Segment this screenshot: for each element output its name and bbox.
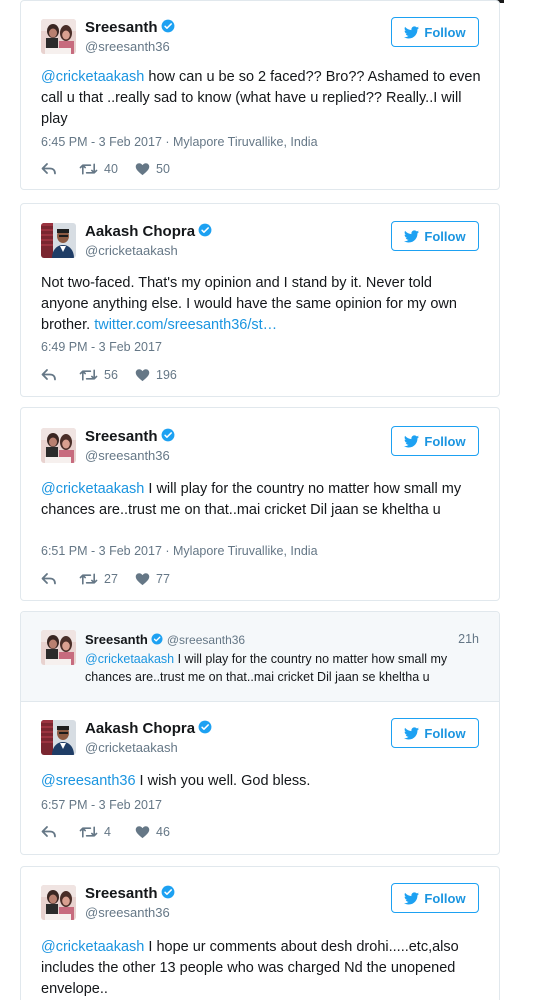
- avatar[interactable]: [41, 630, 76, 665]
- tweet-text: @cricketaakash I hope ur comments about …: [41, 939, 459, 997]
- like-button[interactable]: 77: [135, 572, 170, 586]
- tweet-actions: 56 196: [41, 367, 177, 383]
- tweet-header: Aakash Chopra @cricketaakash Follow: [41, 718, 479, 764]
- reply-icon: [41, 368, 57, 382]
- mention-link[interactable]: @cricketaakash: [85, 652, 174, 666]
- tweet-timestamp[interactable]: 6:45 PM - 3 Feb 2017 · Mylapore Tiruvall…: [41, 135, 318, 149]
- tweet-actions: 27 77: [41, 571, 170, 587]
- reply-button[interactable]: [41, 572, 79, 586]
- quoted-handle: @sreesanth36: [166, 633, 246, 647]
- tweet-card: Aakash Chopra @cricketaakash Follow Not …: [20, 203, 500, 397]
- like-button[interactable]: 196: [135, 368, 177, 382]
- verified-badge-icon: [198, 720, 212, 734]
- retweet-icon: [79, 572, 98, 586]
- author-handle[interactable]: @sreesanth36: [85, 448, 170, 463]
- tweet-header: Sreesanth @sreesanth36 Follow: [41, 426, 479, 472]
- follow-button[interactable]: Follow: [391, 883, 479, 913]
- author-name[interactable]: Aakash Chopra: [85, 720, 212, 737]
- twitter-bird-icon: [404, 892, 419, 905]
- retweet-button[interactable]: 40: [79, 162, 135, 176]
- like-count: 46: [156, 825, 170, 839]
- follow-button[interactable]: Follow: [391, 17, 479, 47]
- tweet-card: Sreesanth @sreesanth36 Follow @cricketaa…: [20, 0, 500, 190]
- avatar[interactable]: [41, 428, 76, 463]
- retweet-count: 40: [104, 162, 118, 176]
- tweet-text: @cricketaakash I will play for the count…: [41, 481, 462, 518]
- retweet-button[interactable]: 27: [79, 572, 135, 586]
- tweet-header: Sreesanth @sreesanth36 Follow: [41, 883, 479, 929]
- heart-icon: [135, 825, 150, 839]
- tweet-timestamp[interactable]: 6:57 PM - 3 Feb 2017: [41, 798, 162, 812]
- tweet-actions: 4 46: [41, 824, 170, 840]
- verified-badge-icon: [161, 885, 175, 899]
- tweet-actions: 40 50: [41, 161, 170, 177]
- heart-icon: [135, 368, 150, 382]
- reply-button[interactable]: [41, 162, 79, 176]
- retweet-icon: [79, 368, 98, 382]
- tweet-header: Aakash Chopra @cricketaakash Follow: [41, 221, 479, 267]
- author-name[interactable]: Sreesanth: [85, 885, 175, 902]
- mention-link[interactable]: @cricketaakash: [41, 481, 144, 497]
- heart-icon: [135, 572, 150, 586]
- tweet-text: @cricketaakash how can u be so 2 faced??…: [41, 69, 481, 127]
- like-button[interactable]: 50: [135, 162, 170, 176]
- avatar[interactable]: [41, 720, 76, 755]
- tweet-card: Sreesanth @sreesanth36 Follow @cricketaa…: [20, 866, 500, 1000]
- like-count: 196: [156, 368, 177, 382]
- quoted-tweet[interactable]: Sreesanth @sreesanth36 21h @cricketaakash…: [21, 612, 499, 702]
- avatar[interactable]: [41, 19, 76, 54]
- twitter-bird-icon: [404, 727, 419, 740]
- tweet-text: Not two-faced. That's my opinion and I s…: [41, 275, 457, 333]
- like-button[interactable]: 46: [135, 825, 170, 839]
- tweet-card: Sreesanth @sreesanth36 Follow @cricketaa…: [20, 407, 500, 601]
- twitter-bird-icon: [404, 230, 419, 243]
- author-handle[interactable]: @cricketaakash: [85, 243, 178, 258]
- verified-badge-icon: [161, 19, 175, 33]
- tweet-card: Sreesanth @sreesanth36 21h @cricketaakash…: [20, 611, 500, 855]
- like-count: 77: [156, 572, 170, 586]
- follow-button[interactable]: Follow: [391, 221, 479, 251]
- avatar[interactable]: [41, 223, 76, 258]
- mention-link[interactable]: @cricketaakash: [41, 69, 144, 85]
- like-count: 50: [156, 162, 170, 176]
- retweet-icon: [79, 825, 98, 839]
- retweet-count: 4: [104, 825, 111, 839]
- twitter-bird-icon: [404, 26, 419, 39]
- verified-badge-icon: [198, 223, 212, 237]
- author-handle[interactable]: @sreesanth36: [85, 905, 170, 920]
- tweet-text: @sreesanth36 I wish you well. God bless.: [41, 773, 311, 789]
- tweet-timestamp[interactable]: 6:51 PM - 3 Feb 2017 · Mylapore Tiruvall…: [41, 544, 318, 558]
- author-name[interactable]: Sreesanth: [85, 19, 175, 36]
- tweet-link[interactable]: twitter.com/sreesanth36/st…: [94, 317, 277, 333]
- retweet-count: 27: [104, 572, 118, 586]
- reply-button[interactable]: [41, 825, 79, 839]
- author-handle[interactable]: @sreesanth36: [85, 39, 170, 54]
- verified-badge-icon: [161, 428, 175, 442]
- follow-button[interactable]: Follow: [391, 426, 479, 456]
- quoted-time[interactable]: 21h: [458, 632, 479, 646]
- reply-icon: [41, 162, 57, 176]
- tweet-timestamp[interactable]: 6:49 PM - 3 Feb 2017: [41, 340, 162, 354]
- retweet-button[interactable]: 4: [79, 825, 135, 839]
- retweet-button[interactable]: 56: [79, 368, 135, 382]
- avatar[interactable]: [41, 885, 76, 920]
- heart-icon: [135, 162, 150, 176]
- verified-badge-icon: [151, 633, 163, 645]
- twitter-bird-icon: [404, 435, 419, 448]
- author-name[interactable]: Sreesanth: [85, 428, 175, 445]
- mention-link[interactable]: @cricketaakash: [41, 939, 144, 955]
- author-handle[interactable]: @cricketaakash: [85, 740, 178, 755]
- reply-icon: [41, 572, 57, 586]
- author-name[interactable]: Aakash Chopra: [85, 223, 212, 240]
- quoted-text: @cricketaakash I will play for the count…: [85, 652, 448, 684]
- retweet-count: 56: [104, 368, 118, 382]
- tweet-header: Sreesanth @sreesanth36 Follow: [41, 17, 479, 63]
- mention-link[interactable]: @sreesanth36: [41, 773, 136, 789]
- reply-button[interactable]: [41, 368, 79, 382]
- quoted-author[interactable]: Sreesanth @sreesanth36: [85, 632, 245, 647]
- retweet-icon: [79, 162, 98, 176]
- follow-button[interactable]: Follow: [391, 718, 479, 748]
- reply-icon: [41, 825, 57, 839]
